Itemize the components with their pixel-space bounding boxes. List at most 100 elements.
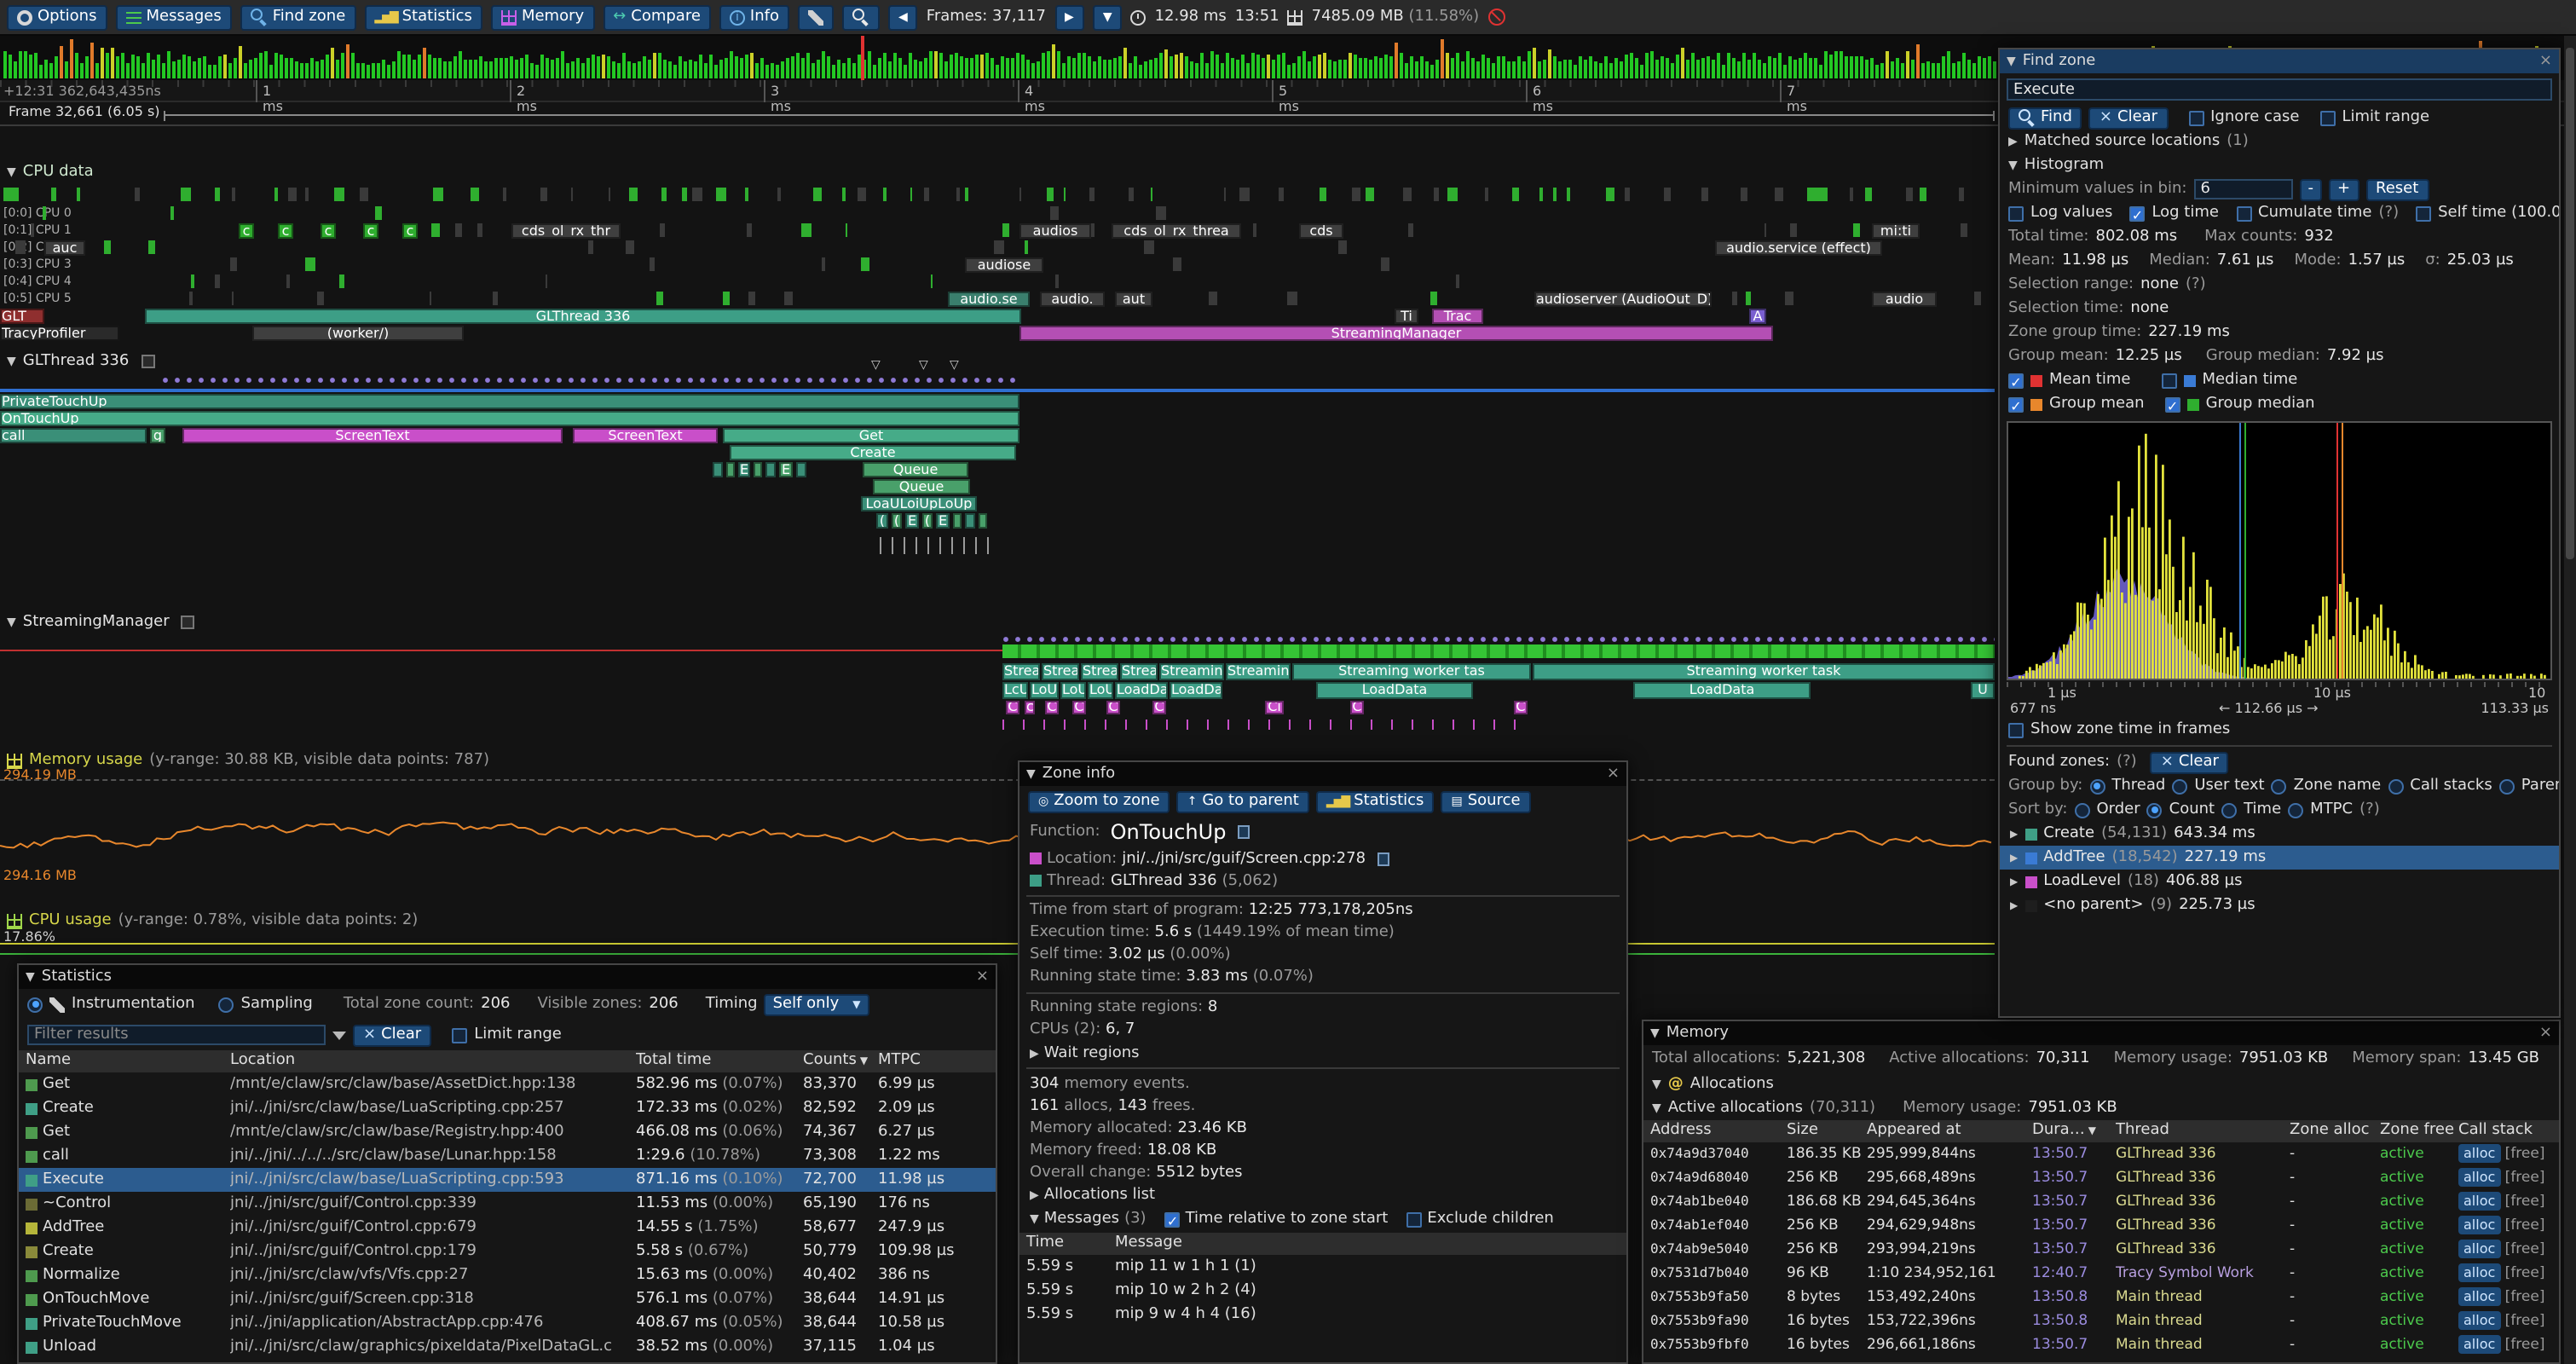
timeline-zone[interactable]: LoaULoiUpLoUp	[861, 496, 977, 512]
timeline-zone[interactable]: C	[1045, 701, 1059, 714]
timeline-zone[interactable]: StreamingManager	[1019, 326, 1773, 341]
collapse-icon[interactable]: ▼	[7, 616, 16, 629]
timeline-zone[interactable]: PrivateTouchUp	[0, 394, 1019, 409]
group-median-label[interactable]: Group median	[2206, 396, 2315, 413]
timeline-zone[interactable]: C	[1106, 701, 1120, 714]
zoom-to-zone-button[interactable]: ◎Zoom to zone	[1028, 790, 1170, 812]
location-value[interactable]: jni/../jni/src/guif/Screen.cpp:278	[1122, 850, 1366, 867]
histogram-expander[interactable]: ▼Histogram	[2000, 153, 2559, 177]
collapse-icon[interactable]: ▼	[1650, 1026, 1660, 1040]
info-button[interactable]: Info	[719, 4, 789, 30]
statistics-row[interactable]: ~Controljni/../jni/src/guif/Control.cpp:…	[19, 1192, 996, 1216]
timeline-zone[interactable]: Strea	[1002, 663, 1040, 680]
alloc-callstack-link[interactable]: alloc	[2458, 1240, 2500, 1258]
close-icon[interactable]: ×	[1607, 766, 1620, 783]
group-mean-checkbox[interactable]	[2008, 396, 2024, 412]
timing-select[interactable]: Self only▼	[765, 993, 869, 1015]
timeline-zone[interactable]	[796, 462, 806, 477]
group-parent-label[interactable]: Parent	[2521, 777, 2559, 795]
timeline-zone[interactable]: GLT	[0, 309, 44, 324]
median-time-checkbox[interactable]	[2161, 373, 2176, 388]
timeline-zone[interactable]: E	[779, 462, 793, 477]
timeline-zone[interactable]: (worker/)	[252, 326, 464, 341]
radio-group-user-text[interactable]	[2172, 778, 2187, 794]
zone-info-window[interactable]: ▼ Zone info × ◎Zoom to zone ↑Go to paren…	[1018, 760, 1628, 1364]
timeline-zone[interactable]: audioserver (AudioOut_D)	[1534, 292, 1712, 307]
messages-expander[interactable]: ▼Messages(3) Time relative to zone start…	[1019, 1205, 1626, 1233]
message-row[interactable]: 5.59 smip 9 w 4 h 4 (16)	[1019, 1303, 1626, 1326]
options-button[interactable]: Options	[7, 4, 107, 30]
message-marker-icon[interactable]	[950, 358, 959, 372]
limit-range-checkbox[interactable]	[2319, 110, 2335, 125]
timeline-zone[interactable]	[979, 513, 987, 529]
thread-options-icon[interactable]	[182, 616, 195, 629]
next-frame-button[interactable]: ▶	[1054, 4, 1084, 30]
show-zone-time-label[interactable]: Show zone time in frames	[2030, 721, 2230, 738]
memory-window[interactable]: ▼ Memory × Total allocations: 5,221,308A…	[1642, 1020, 2561, 1364]
timeline-zone[interactable]: audios	[1019, 223, 1091, 239]
source-button[interactable]: ▤Source	[1441, 790, 1530, 812]
messages-button[interactable]: Messages	[115, 4, 231, 30]
statistics-row[interactable]: AddTreejni/../jni/src/guif/Control.cpp:6…	[19, 1216, 996, 1240]
timeline-zone[interactable]: (	[892, 513, 902, 529]
timeline-zone[interactable]: c	[321, 223, 336, 239]
timeline-zone[interactable]: Trac	[1432, 309, 1483, 324]
timeline-zone[interactable]: Streaming	[1159, 663, 1224, 680]
timeline-zone[interactable]: C	[1514, 701, 1528, 714]
statistics-row[interactable]: OnTouchMovejni/../jni/src/guif/Screen.cp…	[19, 1287, 996, 1311]
allocation-row[interactable]: 0x74a9d37040186.35 KB295,999,844ns13:50.…	[1643, 1142, 2559, 1166]
timeline-zone[interactable]: Strea	[1081, 663, 1118, 680]
timeline-zone[interactable]: call	[0, 428, 147, 443]
decrease-bin-button[interactable]: -	[2299, 178, 2322, 200]
statistics-row[interactable]: Get/mnt/e/claw/src/claw/base/Registry.hp…	[19, 1120, 996, 1144]
timeline-zone[interactable]: Create	[730, 445, 1016, 460]
statistics-row[interactable]: Unloadjni/../jni/src/claw/graphics/pixel…	[19, 1335, 996, 1359]
radio-sort-mtpc[interactable]	[2288, 802, 2303, 818]
memory-title-bar[interactable]: ▼ Memory ×	[1643, 1021, 2559, 1045]
sampling-label[interactable]: Sampling	[241, 996, 313, 1013]
allocation-row[interactable]: 0x7531d7b04096 KB1:10 234,952,16112:40.7…	[1643, 1262, 2559, 1286]
radio-group-thread[interactable]	[2089, 778, 2105, 794]
min-bin-input[interactable]: 6	[2193, 179, 2292, 199]
statistics-row[interactable]: Normalizejni/../jni/src/claw/vfs/Vfs.cpp…	[19, 1263, 996, 1287]
cumulate-time-label[interactable]: Cumulate time	[2258, 205, 2372, 222]
thread-name[interactable]: GLThread 336	[1111, 872, 1217, 889]
timeline-zone[interactable]: LoUj	[1030, 682, 1059, 699]
statistics-row[interactable]: Executejni/../jni/src/claw/base/LuaScrip…	[19, 1168, 996, 1192]
timeline-zone[interactable]: Strea	[1120, 663, 1158, 680]
allocation-row[interactable]: 0x74ab9e5040256 KB293,994,219ns13:50.7GL…	[1643, 1238, 2559, 1262]
streaming-section-header[interactable]: ▼StreamingManager	[7, 614, 195, 631]
zone-statistics-button[interactable]: ▂▅▇Statistics	[1316, 790, 1435, 812]
glthread-section-header[interactable]: ▼GLThread 336	[7, 353, 154, 370]
message-marker-icon[interactable]	[919, 358, 928, 372]
radio-group-call-stacks[interactable]	[2388, 778, 2403, 794]
go-to-parent-button[interactable]: ↑Go to parent	[1177, 790, 1309, 812]
radio-group-parent[interactable]	[2499, 778, 2515, 794]
limit-range-checkbox[interactable]	[452, 1027, 467, 1043]
collapse-icon[interactable]: ▼	[7, 355, 16, 368]
message-marker-icon[interactable]	[871, 358, 881, 372]
active-allocations-expander[interactable]: ▼Active allocations(70,311) Memory usage…	[1643, 1096, 2559, 1120]
log-values-checkbox[interactable]	[2008, 205, 2024, 221]
timeline-zone[interactable]: Streaming	[1226, 663, 1291, 680]
exclude-children-label[interactable]: Exclude children	[1427, 1211, 1553, 1228]
timeline-zone[interactable]: g	[150, 428, 165, 443]
limit-range-label[interactable]: Limit range	[2342, 109, 2429, 126]
memory-usage-header[interactable]: Memory usage(y-range: 30.88 KB, visible …	[7, 752, 489, 769]
found-zone-group[interactable]: ▶AddTree(18,542)227.19 ms	[2000, 846, 2559, 870]
timeline-zone[interactable]: ScreenText	[182, 428, 563, 443]
clear-found-button[interactable]: Clear	[2151, 751, 2229, 773]
found-zone-group[interactable]: ▶<no parent>(9)225.73 µs	[2000, 893, 2559, 917]
timeline-zone[interactable]: C	[1350, 701, 1364, 714]
timeline-zone[interactable]: cds	[1299, 223, 1343, 239]
cumulate-time-checkbox[interactable]	[2236, 205, 2251, 221]
radio-group-zone-name[interactable]	[2272, 778, 2287, 794]
radio-instrumentation[interactable]	[27, 997, 43, 1012]
timeline-zone[interactable]	[765, 462, 776, 477]
message-row[interactable]: 5.59 smip 10 w 2 h 2 (4)	[1019, 1279, 1626, 1303]
filter-input[interactable]: Filter results	[27, 1025, 326, 1045]
allocation-row[interactable]: 0x7553b9fa508 bytes153,492,240ns13:50.8M…	[1643, 1286, 2559, 1309]
find-zone-window[interactable]: ▼ Find zone × Execute Find Clear Ignore …	[1998, 48, 2561, 1018]
timeline-zone[interactable]: E	[905, 513, 919, 529]
timeline-zone[interactable]	[953, 513, 962, 529]
